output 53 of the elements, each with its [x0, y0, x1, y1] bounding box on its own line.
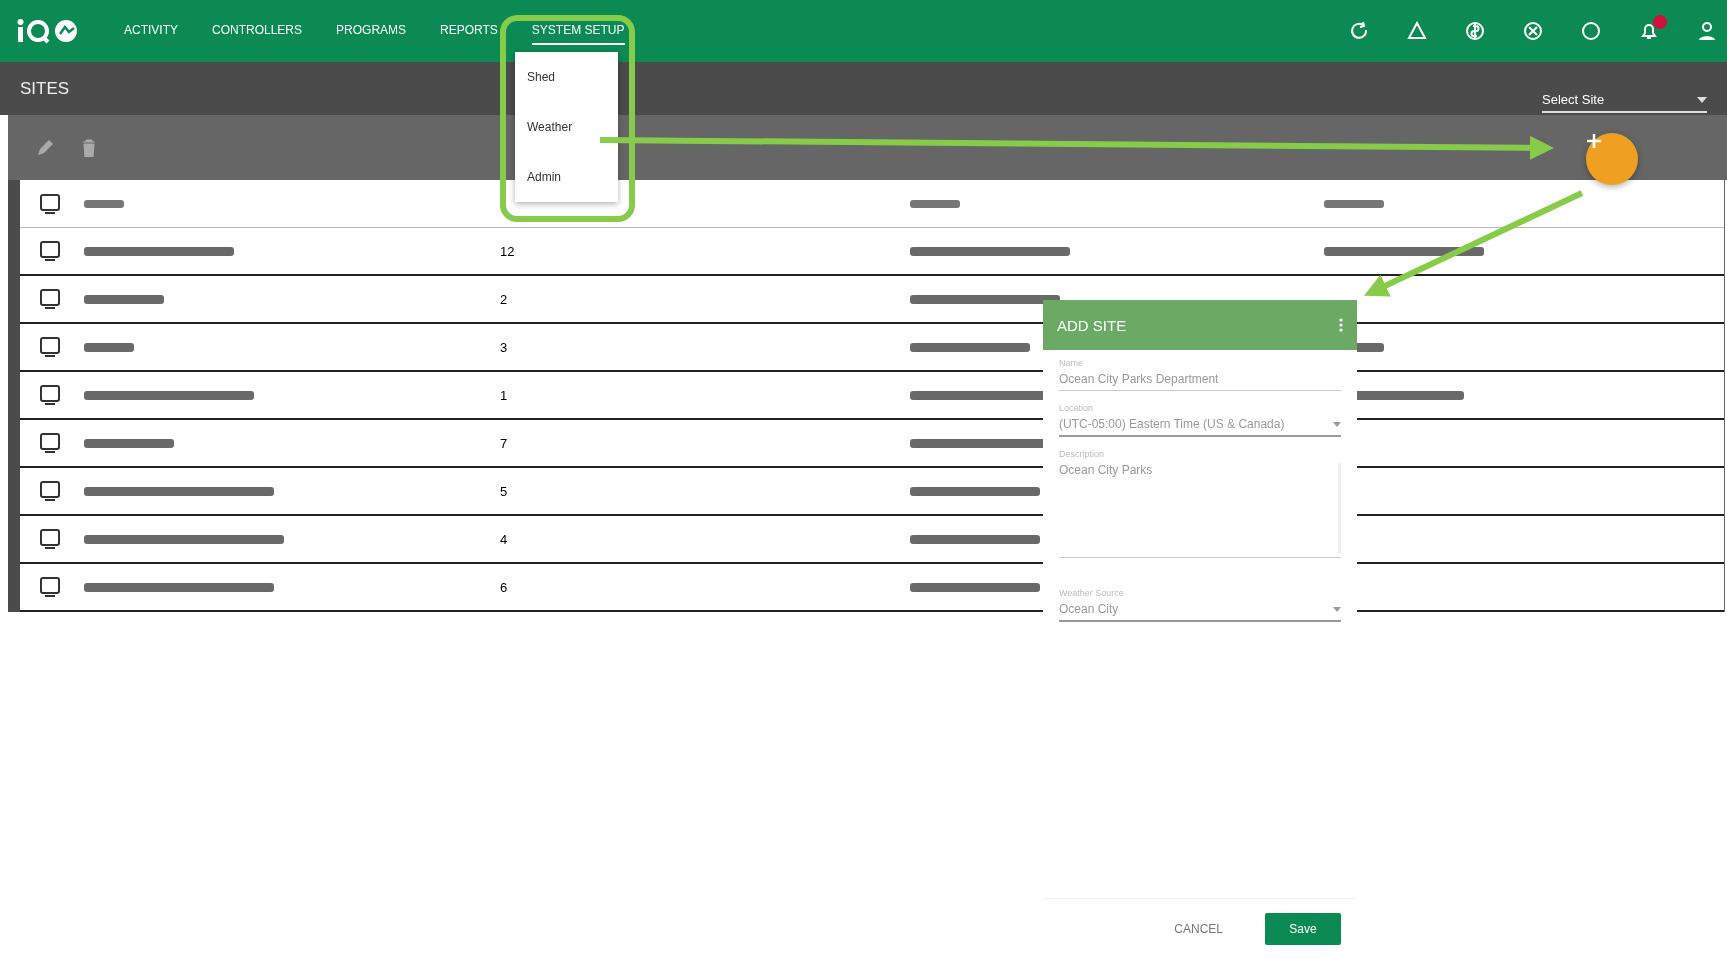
caret-icon — [1333, 421, 1341, 427]
more-icon — [1339, 318, 1343, 332]
dropdown-field[interactable]: Location (UTC-05:00) Eastern Time (US & Canada) — [1059, 403, 1341, 437]
dialog-title: ADD SITE — [1057, 316, 1127, 334]
nav-tab[interactable]: SYSTEM SETUP — [531, 17, 625, 45]
nav-tab[interactable]: CONTROLLERS — [212, 17, 303, 45]
circle-icon — [1581, 21, 1601, 41]
table-cell-text: 5 — [500, 483, 509, 499]
text-area[interactable]: Description Ocean City Parks — [1059, 449, 1341, 558]
dropdown-field[interactable]: Weather Source Ocean City — [1059, 588, 1341, 622]
user-icon — [1697, 21, 1717, 41]
caret-icon — [1697, 96, 1707, 103]
refresh-icon — [1349, 21, 1369, 41]
table-cell-text: 12 — [500, 243, 516, 259]
menu-item[interactable]: Weather — [527, 120, 606, 134]
bell-icon — [1639, 21, 1659, 41]
table-cell-text: 3 — [500, 339, 509, 355]
nav-tab[interactable]: PROGRAMS — [336, 17, 407, 45]
site-select[interactable]: Select Site — [1542, 78, 1707, 113]
dollar-icon — [1465, 21, 1485, 41]
blurred-text — [84, 342, 134, 352]
site-icon — [40, 385, 60, 405]
blurred-text — [84, 199, 124, 208]
caret-icon — [1333, 606, 1341, 612]
trash-icon — [82, 138, 96, 157]
save-button[interactable]: Save — [1265, 913, 1341, 945]
site-icon — [40, 577, 60, 597]
site-icon — [40, 193, 60, 214]
blurred-text — [910, 199, 960, 208]
page-title: SITES — [20, 78, 70, 99]
site-icon — [40, 241, 60, 261]
site-icon — [40, 433, 60, 453]
pencil-icon — [36, 138, 54, 157]
site-icon — [40, 481, 60, 501]
table-cell-text: 7 — [500, 435, 509, 451]
nav-tab[interactable]: REPORTS — [440, 17, 498, 45]
notification-badge — [1653, 15, 1667, 29]
blurred-text — [1324, 199, 1384, 208]
table-cell-text: 2 — [500, 291, 509, 307]
plus-icon — [1586, 133, 1602, 149]
table-cell-text: 1 — [500, 387, 509, 403]
text-field[interactable]: Name Ocean City Parks Department — [1059, 358, 1341, 391]
nav-tab[interactable]: ACTIVITY — [124, 17, 178, 45]
site-icon — [40, 337, 60, 357]
menu-item[interactable]: Shed — [527, 70, 606, 84]
table-cell-text: 4 — [500, 531, 509, 547]
table-cell-text: 6 — [500, 579, 509, 595]
menu-item[interactable]: Admin — [527, 170, 606, 184]
warning-icon — [1407, 21, 1427, 41]
cancel-icon — [1523, 21, 1543, 41]
cancel-button[interactable]: CANCEL — [1168, 921, 1229, 937]
site-icon — [40, 289, 60, 309]
site-icon — [40, 529, 60, 549]
